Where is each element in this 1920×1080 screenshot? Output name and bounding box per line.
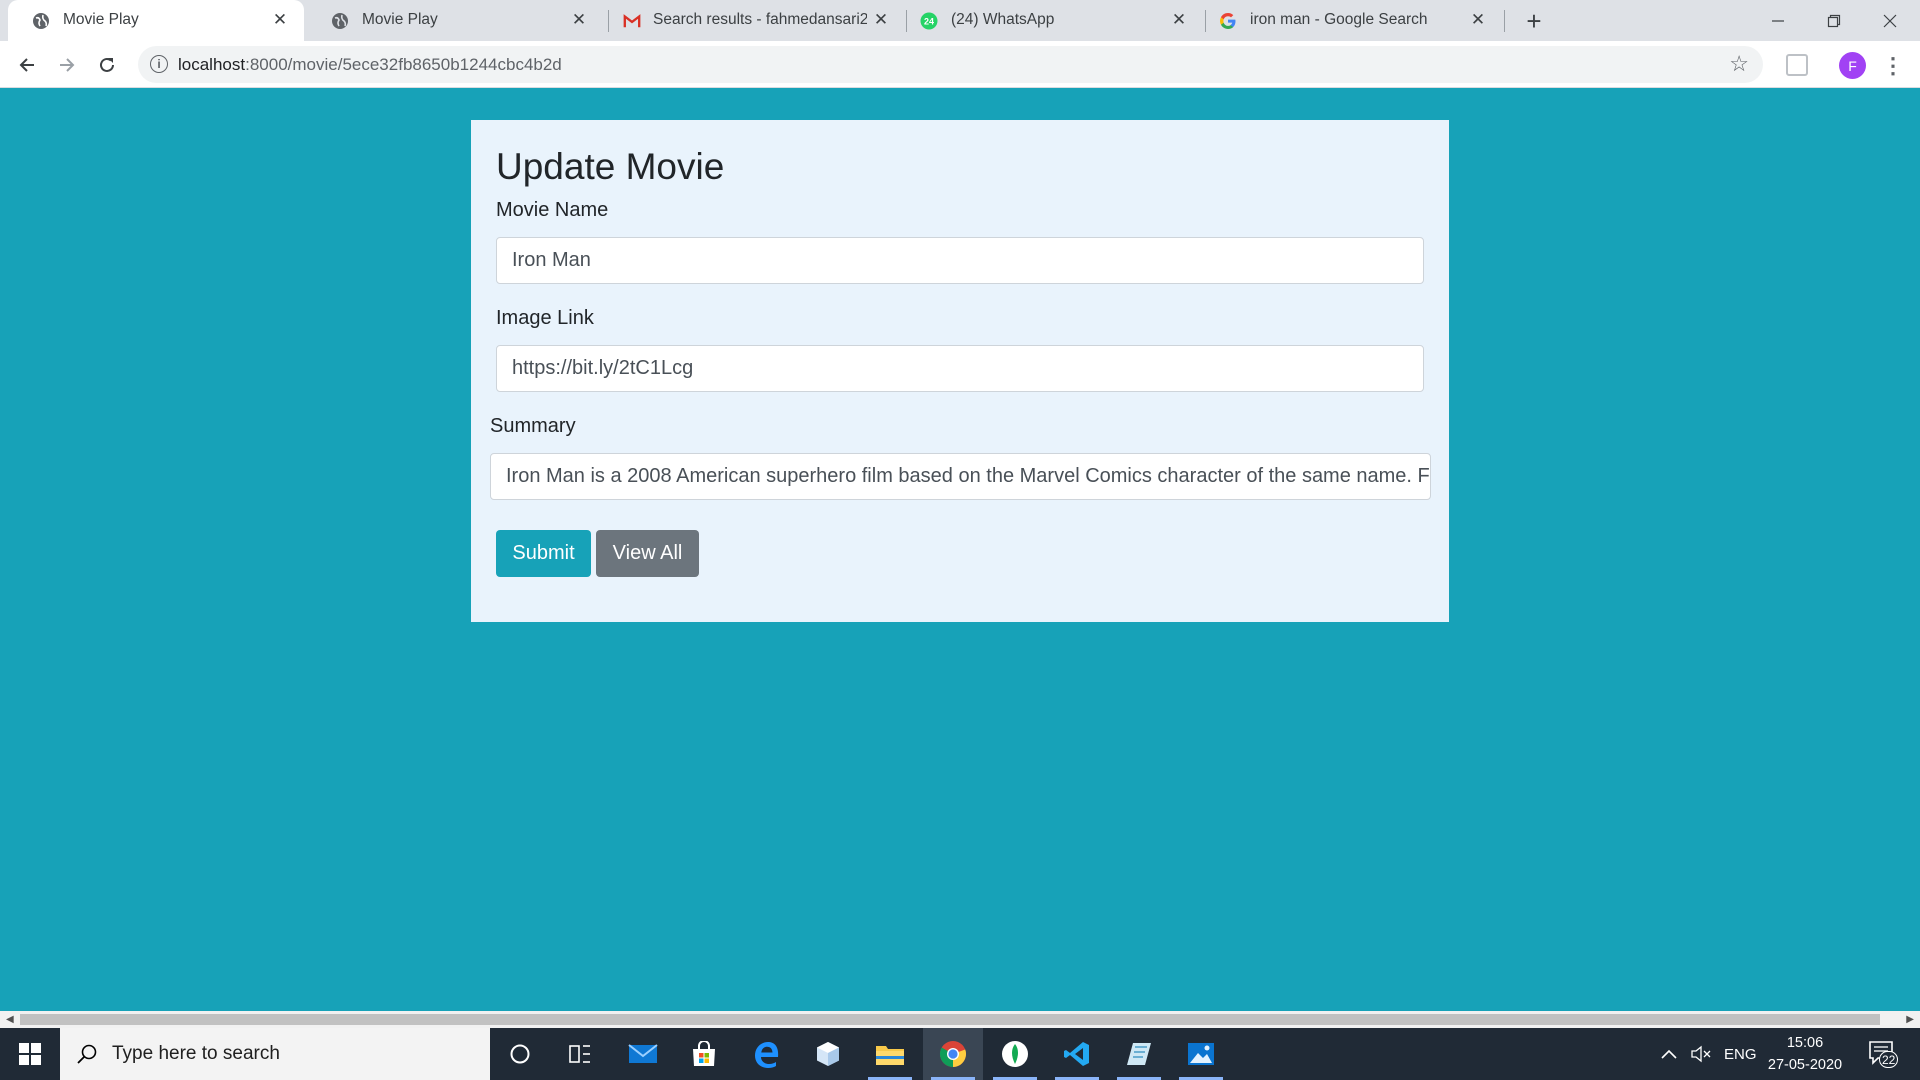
reload-button[interactable]: [90, 48, 124, 82]
search-icon: [77, 1044, 97, 1064]
back-button[interactable]: [10, 48, 44, 82]
edge-browser-icon[interactable]: [737, 1028, 797, 1080]
close-icon: [1883, 14, 1897, 27]
site-info-icon[interactable]: i: [150, 55, 168, 73]
scroll-left-icon[interactable]: ◀: [6, 1014, 14, 1025]
tab-title: Search results - fahmedansari20: [653, 11, 867, 28]
tab-title: (24) WhatsApp: [951, 11, 1055, 28]
notification-count-badge: 22: [1879, 1051, 1899, 1068]
page-title: Update Movie: [496, 146, 725, 187]
minimize-icon: [1772, 19, 1784, 22]
start-button[interactable]: [0, 1028, 60, 1080]
whatsapp-icon: 24: [920, 12, 938, 30]
globe-icon: [32, 12, 50, 30]
movie-name-label: Movie Name: [496, 199, 609, 221]
gmail-icon: [623, 12, 641, 30]
google-icon: [1219, 12, 1237, 30]
new-tab-button[interactable]: +: [1520, 6, 1548, 36]
tab-title: iron man - Google Search: [1250, 11, 1428, 28]
arrow-right-icon: [60, 58, 75, 72]
bookmark-star-icon[interactable]: ☆: [1729, 51, 1749, 77]
horizontal-scrollbar[interactable]: ◀ ▶: [0, 1011, 1920, 1028]
image-link-input[interactable]: https://bit.ly/2tC1Lcg: [496, 345, 1424, 392]
view-all-button[interactable]: View All: [596, 530, 699, 577]
3d-box-app-icon[interactable]: [798, 1028, 858, 1080]
tab-whatsapp[interactable]: 24 (24) WhatsApp ✕: [907, 0, 1203, 41]
tab-google-search[interactable]: iron man - Google Search ✕: [1206, 0, 1502, 41]
scroll-right-icon[interactable]: ▶: [1906, 1014, 1914, 1025]
restore-icon: [1827, 14, 1841, 27]
system-clock[interactable]: 15:06 27-05-2020: [1766, 1032, 1844, 1076]
extension-icon[interactable]: [1786, 54, 1808, 76]
windows-logo-icon: [19, 1043, 41, 1065]
svg-text:24: 24: [924, 17, 934, 27]
photos-app-icon[interactable]: [1171, 1028, 1231, 1080]
minimize-button[interactable]: [1750, 0, 1806, 41]
forward-button[interactable]: [50, 48, 84, 82]
windows-taskbar: Type here to search ENG 15:06 27-05-2020…: [0, 1028, 1920, 1080]
close-window-button[interactable]: [1862, 0, 1918, 41]
url-path: :8000/movie/5ece32fb8650b1244cbc4b2d: [245, 55, 562, 74]
summary-label: Summary: [490, 415, 576, 437]
browser-toolbar: i localhost:8000/movie/5ece32fb8650b1244…: [0, 41, 1920, 88]
browser-tab-strip: Movie Play ✕ Movie Play ✕ Search results…: [0, 0, 1920, 41]
task-view-icon[interactable]: [550, 1028, 610, 1080]
file-explorer-icon[interactable]: [860, 1028, 920, 1080]
volume-muted-icon[interactable]: [1690, 1028, 1712, 1080]
taskbar-search-box[interactable]: Type here to search: [60, 1028, 490, 1080]
submit-button[interactable]: Submit: [496, 530, 591, 577]
vs-code-icon[interactable]: [1047, 1028, 1107, 1080]
summary-input[interactable]: Iron Man is a 2008 American superhero fi…: [490, 453, 1431, 500]
close-tab-icon[interactable]: ✕: [1468, 10, 1488, 30]
input-language-indicator[interactable]: ENG: [1724, 1028, 1757, 1080]
chrome-icon[interactable]: [923, 1028, 983, 1080]
movie-name-input[interactable]: Iron Man: [496, 237, 1424, 284]
editor-app-icon[interactable]: [1109, 1028, 1169, 1080]
profile-avatar[interactable]: F: [1839, 52, 1866, 79]
reload-icon: [100, 57, 114, 72]
update-movie-card: Update Movie Movie Name Iron Man Image L…: [471, 120, 1449, 622]
cortana-icon[interactable]: [490, 1028, 550, 1080]
close-tab-icon[interactable]: ✕: [1169, 10, 1189, 30]
globe-icon: [331, 12, 349, 30]
close-tab-icon[interactable]: ✕: [270, 10, 290, 30]
tab-title: Movie Play: [362, 11, 438, 28]
url-host: localhost: [178, 55, 246, 74]
clock-date: 27-05-2020: [1767, 1057, 1843, 1073]
tab-title: Movie Play: [63, 11, 139, 28]
close-tab-icon[interactable]: ✕: [871, 10, 891, 30]
restore-button[interactable]: [1806, 0, 1862, 41]
clock-time: 15:06: [1786, 1035, 1824, 1051]
tab-gmail[interactable]: Search results - fahmedansari20 ✕: [609, 0, 905, 41]
tab-movie-play-active[interactable]: Movie Play ✕: [8, 0, 304, 41]
arrow-left-icon: [19, 58, 34, 72]
search-placeholder: Type here to search: [112, 1043, 280, 1064]
mongodb-compass-icon[interactable]: [985, 1028, 1045, 1080]
url-text: localhost:8000/movie/5ece32fb8650b1244cb…: [178, 55, 562, 75]
image-link-label: Image Link: [496, 307, 594, 329]
tab-separator: [1504, 10, 1505, 32]
mail-app-icon[interactable]: [613, 1028, 673, 1080]
microsoft-store-icon[interactable]: [674, 1028, 734, 1080]
address-bar[interactable]: i localhost:8000/movie/5ece32fb8650b1244…: [138, 46, 1763, 83]
action-center-button[interactable]: 22: [1868, 1040, 1899, 1068]
close-tab-icon[interactable]: ✕: [569, 10, 589, 30]
browser-menu-icon[interactable]: ⋮: [1882, 52, 1904, 79]
scrollbar-thumb[interactable]: [20, 1014, 1880, 1025]
show-hidden-icons-chevron-icon[interactable]: [1661, 1028, 1677, 1080]
tab-movie-play[interactable]: Movie Play ✕: [307, 0, 603, 41]
